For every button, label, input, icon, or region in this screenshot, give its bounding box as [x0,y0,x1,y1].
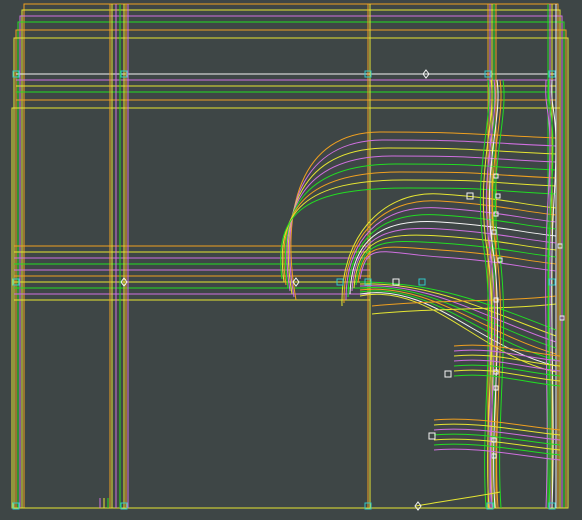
fan-curve [284,163,557,289]
short-curve [453,374,561,387]
cross-curve [359,285,557,343]
frame-rect [15,29,567,509]
vector-canvas[interactable] [0,0,582,520]
fan-curve [289,139,557,298]
cross-curve [359,286,557,349]
frame-rect [11,107,561,509]
curve-editor-viewport[interactable] [0,0,582,520]
fan-curve [357,246,557,283]
handle-layer [12,69,565,511]
control-point-handle[interactable] [418,278,426,286]
control-point-handle[interactable] [495,193,501,199]
control-point-handle[interactable] [428,432,436,440]
cross-curve [359,288,557,355]
fan-curve [359,251,557,280]
control-point-handle[interactable] [444,370,452,378]
